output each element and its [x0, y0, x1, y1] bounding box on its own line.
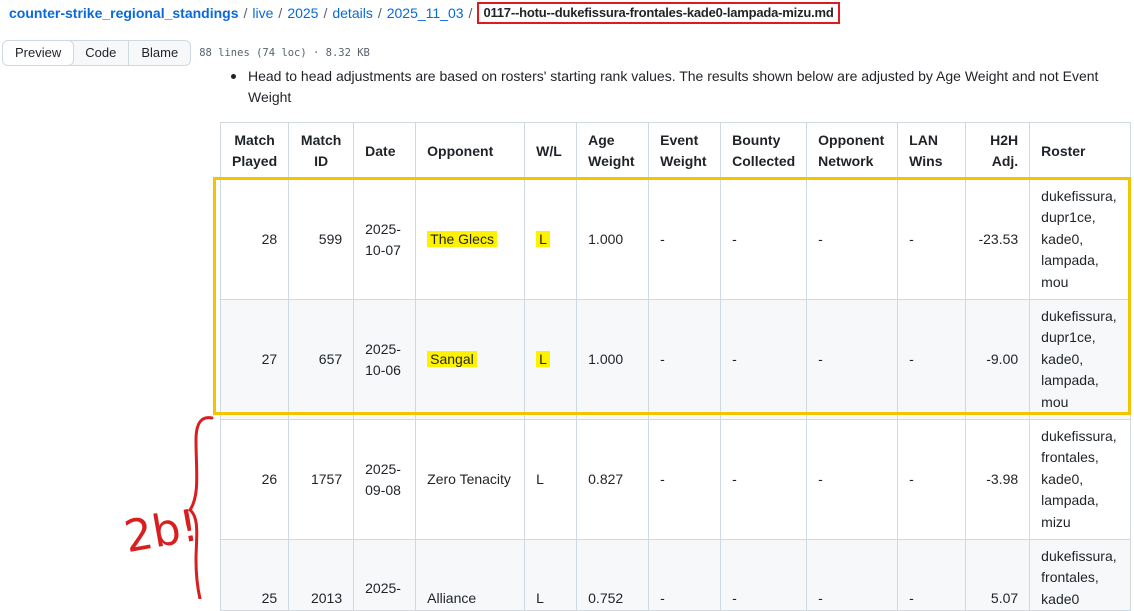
cell-lan-wins: -	[897, 538, 967, 611]
file-meta: 88 lines (74 loc) · 8.32 KB	[199, 47, 370, 59]
cell-opponent: Zero Tenacity	[415, 419, 526, 540]
cell-h2h-adj: -23.53	[965, 179, 1031, 300]
header-h2h-adj: H2H Adj.	[965, 122, 1031, 180]
cell-match-played: 28	[219, 179, 290, 300]
cell-match-played: 26	[219, 419, 290, 540]
header-bounty-collected: Bounty Collected	[720, 122, 808, 180]
cell-match-id: 1757	[288, 419, 355, 540]
cell-event-weight: -	[648, 299, 722, 420]
code-button[interactable]: Code	[73, 41, 128, 65]
highlighted-opponent: The Glecs	[427, 231, 497, 247]
breadcrumb-link-2025[interactable]: 2025	[287, 3, 318, 23]
cell-network: -	[806, 299, 899, 420]
file-toolbar: Preview Code Blame 88 lines (74 loc) · 8…	[2, 39, 370, 67]
cell-h2h-adj: 5.07	[965, 538, 1031, 611]
breadcrumb-link-date[interactable]: 2025_11_03	[387, 3, 464, 23]
cell-bounty: -	[720, 419, 808, 540]
cell-match-id: 657	[288, 299, 355, 420]
annotation-text: 2b!	[121, 500, 202, 563]
cell-lan-wins: -	[897, 179, 967, 300]
header-wl: W/L	[524, 122, 578, 180]
header-match-id: Match ID	[288, 122, 355, 180]
cell-age-weight: 0.827	[576, 419, 650, 540]
cell-opponent: The Glecs	[415, 179, 526, 300]
header-lan-wins: LAN Wins	[897, 122, 967, 180]
cell-wl: L	[524, 179, 578, 300]
breadcrumb-separator: /	[377, 5, 382, 21]
highlighted-result: L	[536, 351, 550, 367]
cell-date: 2025- 10-07	[353, 179, 417, 300]
cell-match-played: 25	[219, 538, 290, 611]
match-table: Match Played Match ID Date Opponent W/L Ag…	[219, 122, 1132, 611]
cell-wl: L	[524, 299, 578, 420]
breadcrumb-separator: /	[278, 5, 283, 21]
breadcrumb-separator: /	[323, 5, 328, 21]
red-curly-brace	[187, 416, 214, 599]
cell-date: 2025-	[353, 538, 417, 611]
cell-event-weight: -	[648, 419, 722, 540]
cell-age-weight: 0.752	[576, 538, 650, 611]
cell-date: 2025- 10-06	[353, 299, 417, 420]
header-roster: Roster	[1029, 122, 1132, 180]
preview-button[interactable]: Preview	[3, 41, 75, 65]
breadcrumb-current-file: 0117--hotu--dukefissura-frontales-kade0-…	[477, 2, 840, 24]
cell-network: -	[806, 179, 899, 300]
cell-event-weight: -	[648, 538, 722, 611]
table-row: 28 599 2025- 10-07 The Glecs L 1.000 - - …	[219, 179, 1132, 300]
cell-age-weight: 1.000	[576, 179, 650, 300]
breadcrumb-link-live[interactable]: live	[252, 3, 273, 23]
cell-match-id: 599	[288, 179, 355, 300]
header-age-weight: Age Weight	[576, 122, 650, 180]
header-match-played: Match Played	[219, 122, 290, 180]
cell-opponent: Alliance	[415, 538, 526, 611]
blame-button[interactable]: Blame	[128, 41, 190, 65]
h2h-note: Head to head adjustments are based on ro…	[231, 66, 1128, 108]
cell-network: -	[806, 538, 899, 611]
cell-roster: dukefissura, dupr1ce, kade0, lampada, mou	[1029, 299, 1132, 420]
cell-h2h-adj: -9.00	[965, 299, 1031, 420]
cell-roster: dukefissura, frontales, kade0, lampada, mizu	[1029, 419, 1132, 540]
cell-roster: dukefissura, dupr1ce, kade0, lampada, mou	[1029, 179, 1132, 300]
cell-event-weight: -	[648, 179, 722, 300]
cell-network: -	[806, 419, 899, 540]
cell-bounty: -	[720, 538, 808, 611]
cell-h2h-adj: -3.98	[965, 419, 1031, 540]
cell-wl: L	[524, 419, 578, 540]
cell-date: 2025- 09-08	[353, 419, 417, 540]
cell-match-played: 27	[219, 299, 290, 420]
cell-wl: L	[524, 538, 578, 611]
highlighted-result: L	[536, 231, 550, 247]
table-header-row: Match Played Match ID Date Opponent W/L Ag…	[219, 122, 1132, 180]
breadcrumb-separator: /	[243, 5, 248, 21]
cell-opponent: Sangal	[415, 299, 526, 420]
highlighted-opponent: Sangal	[427, 351, 477, 367]
table-row: 27 657 2025- 10-06 Sangal L 1.000 - - - -…	[219, 299, 1132, 420]
cell-age-weight: 1.000	[576, 299, 650, 420]
cell-bounty: -	[720, 299, 808, 420]
table-row: 25 2013 2025- Alliance L 0.752 - - - - 5…	[219, 538, 1132, 611]
header-event-weight: Event Weight	[648, 122, 722, 180]
header-opponent: Opponent	[415, 122, 526, 180]
cell-lan-wins: -	[897, 419, 967, 540]
cell-match-id: 2013	[288, 538, 355, 611]
cell-lan-wins: -	[897, 299, 967, 420]
handwritten-annotation: 2b!	[121, 416, 214, 599]
header-date: Date	[353, 122, 417, 180]
breadcrumb: counter-strike_regional_standings / live…	[9, 2, 840, 24]
breadcrumb-link-details[interactable]: details	[332, 3, 372, 23]
header-opponent-network: Opponent Network	[806, 122, 899, 180]
breadcrumb-repo-link[interactable]: counter-strike_regional_standings	[9, 3, 239, 23]
table-row: 26 1757 2025- 09-08 Zero Tenacity L 0.827…	[219, 419, 1132, 540]
breadcrumb-separator: /	[468, 5, 473, 21]
view-mode-switch: Preview Code Blame	[2, 40, 192, 66]
cell-bounty: -	[720, 179, 808, 300]
cell-roster: dukefissura, frontales, kade0	[1029, 538, 1132, 611]
